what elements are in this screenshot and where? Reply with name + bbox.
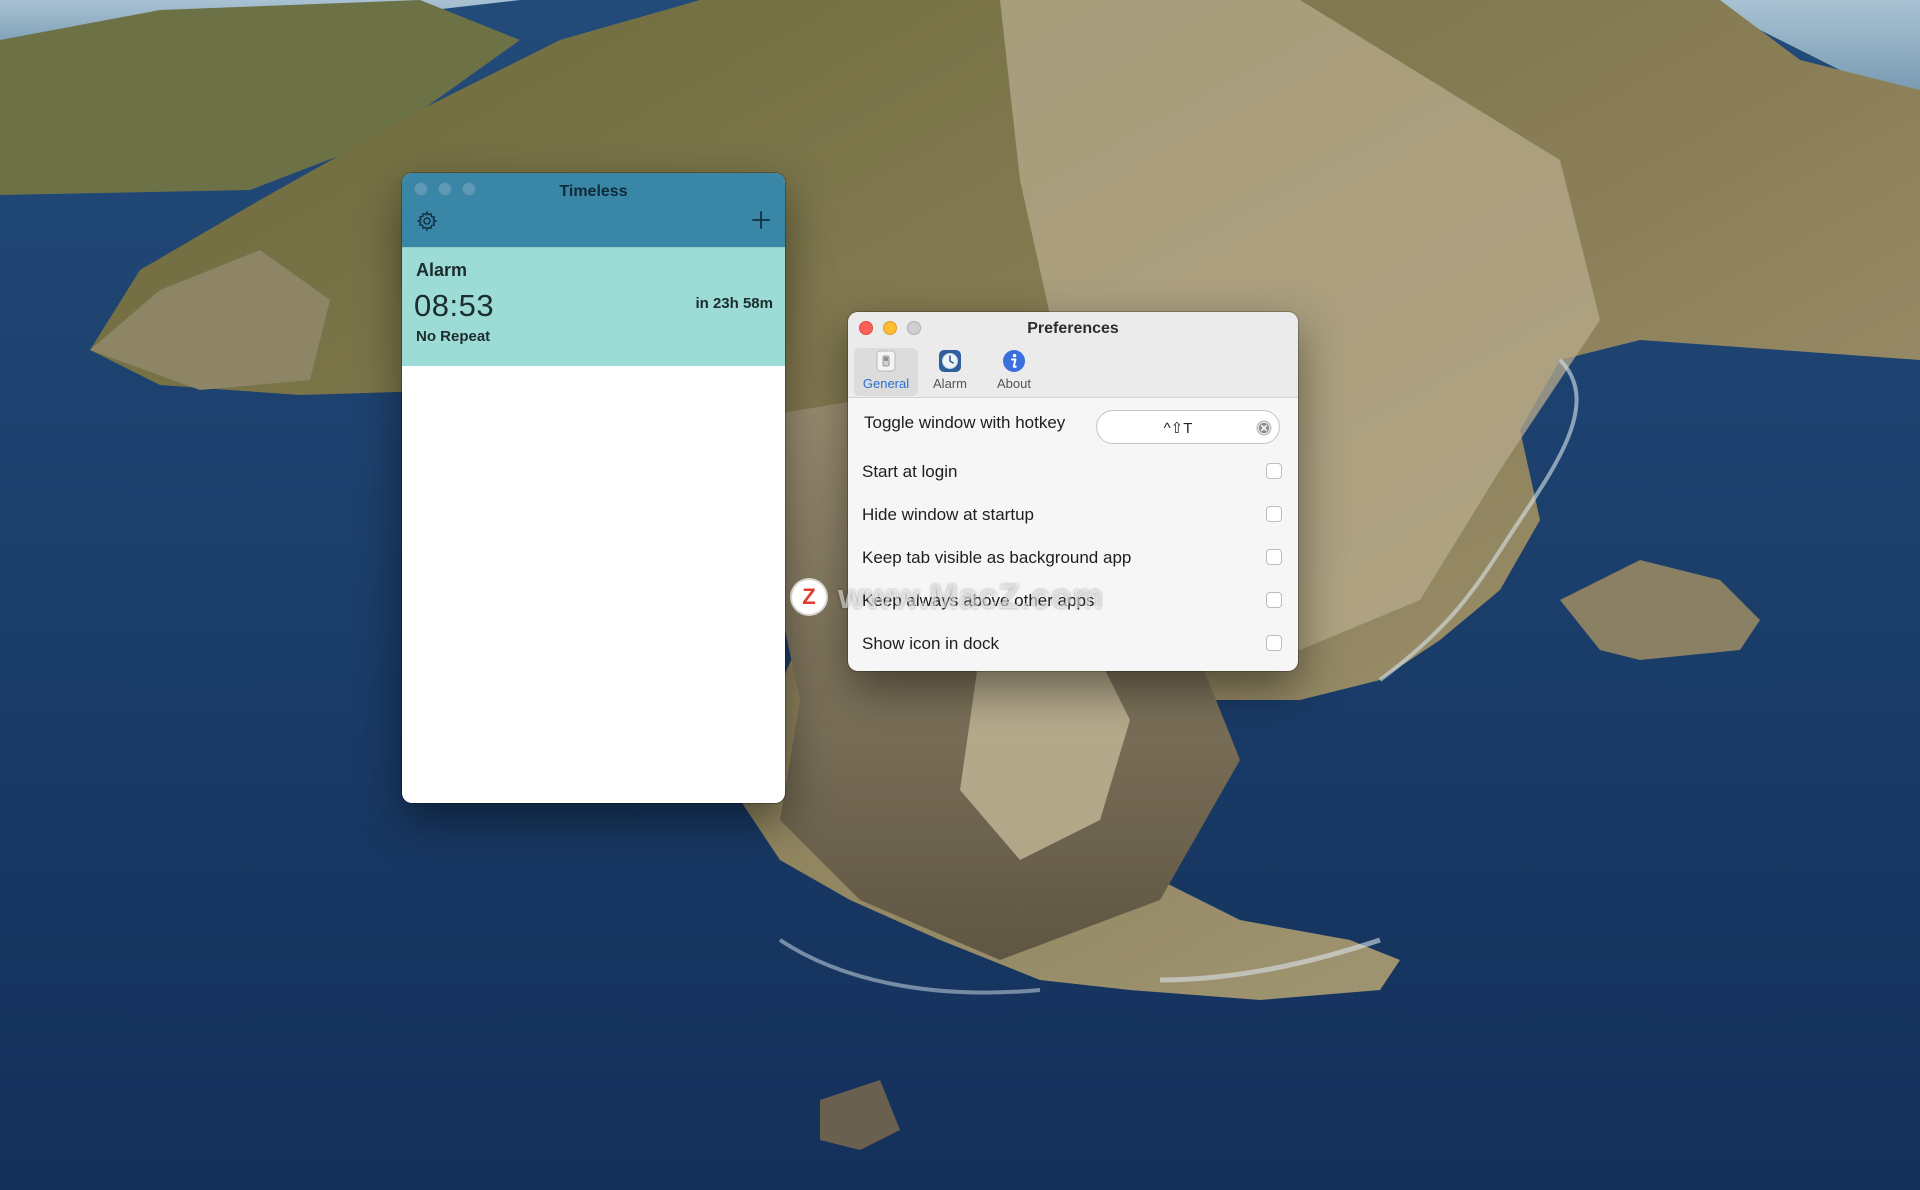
- hide-window-checkbox[interactable]: [1266, 506, 1282, 522]
- option-label: Hide window at startup: [862, 505, 1034, 524]
- option-row-hide-window: Hide window at startup: [862, 502, 1282, 528]
- option-label: Start at login: [862, 462, 958, 481]
- show-icon-in-dock-checkbox[interactable]: [1266, 635, 1282, 651]
- keep-tab-visible-checkbox[interactable]: [1266, 549, 1282, 565]
- window-title: Timeless: [559, 183, 628, 200]
- start-at-login-checkbox[interactable]: [1266, 463, 1282, 479]
- option-row-start-at-login: Start at login: [862, 459, 1282, 485]
- watermark-logo-icon: Z: [792, 580, 826, 614]
- option-row-keep-tab-visible: Keep tab visible as background app: [862, 545, 1282, 571]
- window-title: Preferences: [1027, 320, 1119, 337]
- watermark-text: www.MacZ.com: [838, 577, 1104, 616]
- tab-label: Alarm: [933, 376, 967, 391]
- alarm-remaining: in 23h 58m: [695, 295, 773, 312]
- hotkey-value: ^⇧T: [1163, 420, 1193, 437]
- tab-about[interactable]: About: [982, 348, 1046, 396]
- option-label: Keep tab visible as background app: [862, 548, 1132, 567]
- watermark: Z www.MacZ.com: [792, 574, 1104, 620]
- clear-icon[interactable]: [1255, 419, 1273, 437]
- timeless-titlebar[interactable]: Timeless: [402, 173, 785, 247]
- alarm-repeat: No Repeat: [416, 328, 491, 345]
- info-icon: [1003, 350, 1025, 372]
- switch-icon: [876, 350, 896, 372]
- alarm-time: 08:53: [414, 288, 495, 323]
- tab-general[interactable]: General: [854, 348, 918, 396]
- alarm-name: Alarm: [416, 260, 468, 280]
- preferences-toolbar[interactable]: Preferences General Alarm About: [848, 312, 1298, 398]
- hotkey-label: Toggle window with hotkey: [864, 413, 1066, 432]
- gear-icon[interactable]: [416, 210, 438, 232]
- alarm-item[interactable]: Alarm 08:53 in 23h 58m No Repeat: [402, 247, 785, 366]
- add-alarm-button[interactable]: [749, 208, 773, 232]
- keep-always-above-checkbox[interactable]: [1266, 592, 1282, 608]
- hotkey-field[interactable]: ^⇧T: [1096, 410, 1280, 444]
- timeless-window: Timeless Alarm 08:53 in 23h 58m No Repea…: [402, 173, 785, 803]
- option-row-show-icon-in-dock: Show icon in dock: [862, 631, 1282, 657]
- tab-alarm[interactable]: Alarm: [918, 348, 982, 396]
- tab-label: About: [997, 376, 1031, 391]
- option-label: Show icon in dock: [862, 634, 1000, 653]
- tab-label: General: [862, 376, 910, 391]
- alarm-clock-icon: [939, 350, 961, 372]
